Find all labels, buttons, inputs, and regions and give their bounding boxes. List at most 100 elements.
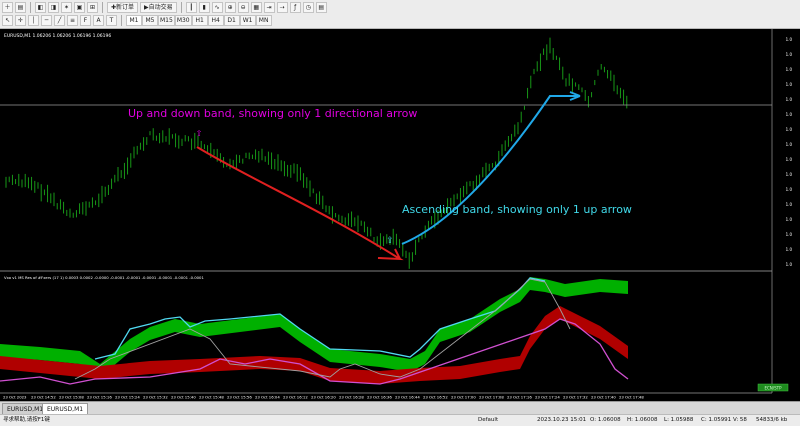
timeframe-m15[interactable]: M15 <box>158 15 175 26</box>
chart-canvas[interactable]: EURUSD,M1 1.06206 1.06206 1.06196 1.0619… <box>0 29 800 401</box>
time-axis-label: 23 Oct 17:00 <box>451 395 476 400</box>
time-axis-label: 23 Oct 15:56 <box>227 395 252 400</box>
indicator-title: Vxo v1 MS Res of #Fxers (17 1) 0.0003 0.… <box>4 275 204 280</box>
price-axis-label: 1.0 <box>786 247 793 252</box>
timeframe-h1[interactable]: H1 <box>191 15 208 26</box>
new-order-label: 新订单 <box>116 4 135 11</box>
market-watch-icon[interactable]: ◧ <box>35 2 46 13</box>
trendline-icon[interactable]: ╱ <box>54 15 65 26</box>
time-axis-label: 23 Oct 15:40 <box>171 395 196 400</box>
bar-chart-icon[interactable]: ┃ <box>185 2 197 13</box>
label-tool-icon[interactable]: T <box>106 15 117 26</box>
time-axis-label: 23 Oct 16:04 <box>255 395 280 400</box>
time-axis-label: 23 Oct 17:24 <box>535 395 560 400</box>
templates-icon[interactable]: ▤ <box>315 2 327 13</box>
time-axis-label: 23 Oct 17:32 <box>563 395 588 400</box>
indicators-icon[interactable]: ƒ <box>289 2 301 13</box>
autotrade-button[interactable]: ▶ 自动交易 <box>140 2 177 13</box>
candle-chart-icon[interactable]: ▮ <box>198 2 210 13</box>
chart-tabs: EURUSD,M1 EURUSD,M1 <box>0 401 800 416</box>
line-chart-icon[interactable]: ∿ <box>211 2 223 13</box>
zoom-in-icon[interactable]: ⊕ <box>224 2 236 13</box>
time-axis-label: 23 Oct 17:48 <box>619 395 644 400</box>
time-axis-label: 23 Oct 14:52 <box>31 395 56 400</box>
price-axis-label: 1.0 <box>786 187 793 192</box>
tester-icon[interactable]: ⊞ <box>87 2 98 13</box>
fibonacci-icon[interactable]: F <box>80 15 91 26</box>
horizontal-line-icon[interactable]: ─ <box>41 15 52 26</box>
status-open: O: 1.06008 <box>590 417 621 423</box>
time-axis-label: 23 Oct 15:24 <box>115 395 140 400</box>
annotation-down-band: Up and down band, showing only 1 directi… <box>128 107 417 120</box>
navigator-icon[interactable]: ✶ <box>61 2 72 13</box>
status-bar: 寻求帮助,请按F1键 Default 2023.10.23 15:01 O: 1… <box>0 414 800 426</box>
time-axis-label: 23 Oct 17:16 <box>507 395 532 400</box>
timeframe-m30[interactable]: M30 <box>174 15 192 26</box>
text-tool-icon[interactable]: A <box>93 15 104 26</box>
price-axis-label: 1.0 <box>786 202 793 207</box>
time-axis-label: 23 Oct 16:36 <box>367 395 392 400</box>
price-axis-label: 1.0 <box>786 67 793 72</box>
new-order-button[interactable]: ✚ 新订单 <box>107 2 139 13</box>
chart-shift-icon[interactable]: ⇥ <box>263 2 275 13</box>
status-time: 2023.10.23 15:01 <box>537 417 587 423</box>
profiles-icon[interactable]: ▤ <box>15 2 26 13</box>
status-help: 寻求帮助,请按F1键 <box>3 417 50 423</box>
cursor-icon[interactable]: ↖ <box>2 15 13 26</box>
zoom-out-icon[interactable]: ⊖ <box>237 2 249 13</box>
timeframe-m1[interactable]: M1 <box>126 15 142 26</box>
timeframe-m5[interactable]: M5 <box>142 15 158 26</box>
time-axis-label: 23 Oct 16:44 <box>395 395 420 400</box>
time-axis-label: 23 Oct 16:28 <box>339 395 364 400</box>
timeframe-group: M1 M5 M15 M30 H1 H4 D1 W1 MN <box>126 15 272 26</box>
price-axis-label: 1.0 <box>786 37 793 42</box>
price-axis-label: 1.0 <box>786 217 793 222</box>
status-high: H: 1.06008 <box>627 417 658 423</box>
toolbar-separator <box>180 2 182 13</box>
toolbar-separator <box>121 15 122 26</box>
channel-icon[interactable]: ≡ <box>67 15 78 26</box>
time-axis: 23 Oct 2023 23 Oct 14:52 23 Oct 15:08 23 Oc… <box>3 395 644 400</box>
status-close: C: 1.05991 <box>701 417 732 423</box>
price-axis-label: 1.0 <box>786 262 793 267</box>
timeframe-mn[interactable]: MN <box>255 15 272 26</box>
chart-title: EURUSD,M1 1.06206 1.06206 1.06196 1.0619… <box>4 33 111 39</box>
price-axis-label: 1.0 <box>786 97 793 102</box>
annotation-up-band: Ascending band, showing only 1 up arrow <box>402 203 632 216</box>
status-profile: Default <box>478 417 499 423</box>
auto-scroll-icon[interactable]: ⇢ <box>276 2 288 13</box>
timeframe-w1[interactable]: W1 <box>239 15 256 26</box>
crosshair-icon[interactable]: ✛ <box>15 15 26 26</box>
data-window-icon[interactable]: ◨ <box>48 2 59 13</box>
new-chart-icon[interactable]: ＋ <box>2 2 13 13</box>
time-axis-label: 23 Oct 15:08 <box>59 395 84 400</box>
price-axis-label: 1.0 <box>786 52 793 57</box>
time-axis-label: 23 Oct 16:52 <box>423 395 448 400</box>
toolbar-row-timeframes: ↖ ✛ │ ─ ╱ ≡ F A T M1 M5 M15 M30 H1 H4 D1 W1 MN <box>2 14 272 27</box>
price-axis-label: 1.0 <box>786 112 793 117</box>
small-up-arrow-icon: ⇧ <box>386 236 394 246</box>
status-traffic: 54833/6 kb <box>756 417 788 423</box>
status-low: L: 1.05988 <box>664 417 694 423</box>
toolbar-separator <box>102 2 103 13</box>
tile-windows-icon[interactable]: ▦ <box>250 2 262 13</box>
toolbar-row-standard: ＋ ▤ ◧ ◨ ✶ ▣ ⊞ ✚ 新订单 ▶ 自动交易 ┃ ▮ ∿ ⊕ ⊖ ▦ ⇥… <box>2 1 327 14</box>
timeframe-d1[interactable]: D1 <box>223 15 240 26</box>
toolbar: ＋ ▤ ◧ ◨ ✶ ▣ ⊞ ✚ 新订单 ▶ 自动交易 ┃ ▮ ∿ ⊕ ⊖ ▦ ⇥… <box>0 0 800 29</box>
price-axis-label: 1.0 <box>786 232 793 237</box>
terminal-icon[interactable]: ▣ <box>74 2 85 13</box>
price-axis-label: 1.0 <box>786 157 793 162</box>
time-axis-label: 23 Oct 16:12 <box>283 395 308 400</box>
time-axis-label: 23 Oct 15:16 <box>87 395 112 400</box>
autotrade-label: 自动交易 <box>148 4 173 11</box>
price-axis-label: 1.0 <box>786 127 793 132</box>
time-axis-label: 23 Oct 17:08 <box>479 395 504 400</box>
vertical-line-icon[interactable]: │ <box>28 15 39 26</box>
chart-window[interactable]: EURUSD,M1 1.06206 1.06206 1.06196 1.0619… <box>0 29 800 401</box>
price-axis-label: 1.0 <box>786 172 793 177</box>
small-up-arrow-icon: ⇧ <box>196 129 203 138</box>
time-axis-label: 23 Oct 15:32 <box>143 395 168 400</box>
time-axis-label: 23 Oct 15:48 <box>199 395 224 400</box>
periods-icon[interactable]: ◷ <box>302 2 314 13</box>
timeframe-h4[interactable]: H4 <box>207 15 224 26</box>
